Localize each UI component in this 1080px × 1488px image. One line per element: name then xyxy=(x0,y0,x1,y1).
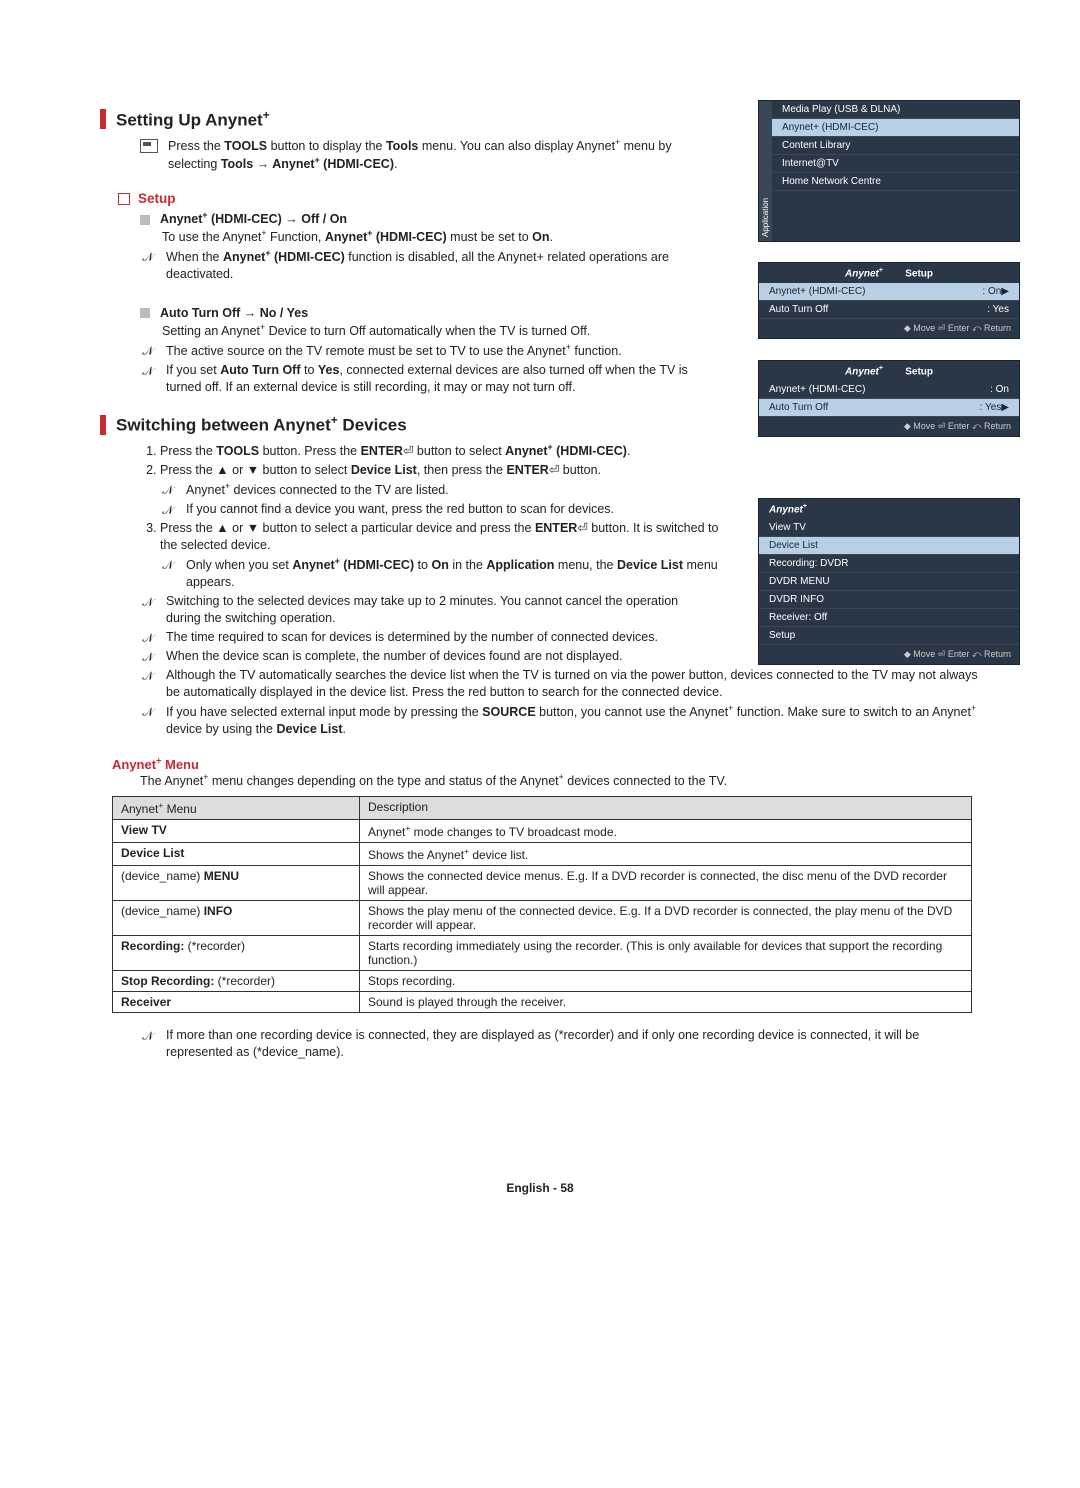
osd-row-selected: Auto Turn Off: Yes▶ xyxy=(759,399,1019,417)
osd-item: View TV xyxy=(759,519,1019,537)
tools-intro-text: Press the TOOLS button to display the To… xyxy=(168,137,705,173)
option-body: To use the Anynet+ Function, Anynet+ (HD… xyxy=(162,228,727,246)
table-row: Device ListShows the Anynet+ device list… xyxy=(113,842,972,865)
osd-footer-hints: ◆ Move ⏎ Enter ⤺ Return xyxy=(759,319,1019,338)
note-text: If you set Auto Turn Off to Yes, connect… xyxy=(166,362,705,396)
note-text: The active source on the TV remote must … xyxy=(166,342,622,360)
note-icon: 𝒩 xyxy=(140,630,156,646)
note-icon: 𝒩 xyxy=(160,482,176,498)
note-icon: 𝒩 xyxy=(160,557,176,573)
osd-device-list: Anynet+ View TV Device List Recording: D… xyxy=(758,498,1020,665)
osd-item: Recording: DVDR xyxy=(759,555,1019,573)
osd-row: Anynet+ (HDMI-CEC): On xyxy=(759,381,1019,399)
osd-item: DVDR MENU xyxy=(759,573,1019,591)
osd-item-selected: Device List xyxy=(759,537,1019,555)
note-icon: 𝒩 xyxy=(140,1028,156,1044)
note-icon: 𝒩 xyxy=(140,363,156,379)
menu-intro: The Anynet+ menu changes depending on th… xyxy=(140,772,980,790)
note-text: Anynet+ devices connected to the TV are … xyxy=(186,481,449,499)
osd-item: Home Network Centre xyxy=(772,173,1019,191)
osd-footer-hints: ◆ Move ⏎ Enter ⤺ Return xyxy=(759,645,1019,664)
osd-row-selected: Anynet+ (HDMI-CEC): On▶ xyxy=(759,283,1019,301)
osd-application-menu: Application Media Play (USB & DLNA) Anyn… xyxy=(758,100,1020,242)
table-header: Anynet+ Menu xyxy=(113,796,360,819)
table-row: (device_name) INFOShows the play menu of… xyxy=(113,900,972,935)
table-header: Description xyxy=(360,796,972,819)
osd-setup-1: Anynet+ Setup Anynet+ (HDMI-CEC): On▶ Au… xyxy=(758,262,1020,339)
osd-footer-hints: ◆ Move ⏎ Enter ⤺ Return xyxy=(759,417,1019,436)
note-icon: 𝒩 xyxy=(140,343,156,359)
osd-tab-label: Application xyxy=(759,101,772,241)
table-row: View TVAnynet+ mode changes to TV broadc… xyxy=(113,819,972,842)
table-row: Stop Recording: (*recorder)Stops recordi… xyxy=(113,970,972,991)
step-1: Press the TOOLS button. Press the ENTER⏎… xyxy=(160,442,980,460)
note-icon: 𝒩 xyxy=(140,704,156,720)
bullet-icon xyxy=(140,308,150,318)
osd-setup-2: Anynet+ Setup Anynet+ (HDMI-CEC): On Aut… xyxy=(758,360,1020,437)
note-text: Only when you set Anynet+ (HDMI-CEC) to … xyxy=(186,556,725,591)
note-text: If you cannot find a device you want, pr… xyxy=(186,501,614,518)
note-text: If you have selected external input mode… xyxy=(166,703,980,738)
note-text: If more than one recording device is con… xyxy=(166,1027,980,1061)
subheading-anynet-menu: Anynet+ Menu xyxy=(112,756,980,772)
note-icon: 𝒩 xyxy=(140,668,156,684)
osd-item: Setup xyxy=(759,627,1019,645)
osd-item: Content Library xyxy=(772,137,1019,155)
osd-item: DVDR INFO xyxy=(759,591,1019,609)
note-text: Although the TV automatically searches t… xyxy=(166,667,980,701)
osd-item-selected: Anynet+ (HDMI-CEC) xyxy=(772,119,1019,137)
anynet-menu-table: Anynet+ Menu Description View TVAnynet+ … xyxy=(112,796,972,1013)
table-row: (device_name) MENUShows the connected de… xyxy=(113,865,972,900)
table-header-row: Anynet+ Menu Description xyxy=(113,796,972,819)
note-text: The time required to scan for devices is… xyxy=(166,629,658,646)
table-row: Recording: (*recorder)Starts recording i… xyxy=(113,935,972,970)
note-icon: 𝒩 xyxy=(160,502,176,518)
note-text: Switching to the selected devices may ta… xyxy=(166,593,705,627)
osd-item: Receiver: Off xyxy=(759,609,1019,627)
page-footer: English - 58 xyxy=(100,1181,980,1195)
osd-item: Media Play (USB & DLNA) xyxy=(772,101,1019,119)
note-icon: 𝒩 xyxy=(140,594,156,610)
note-text: When the device scan is complete, the nu… xyxy=(166,648,623,665)
note-icon: 𝒩 xyxy=(140,249,156,265)
tools-button-icon xyxy=(140,139,158,153)
note-icon: 𝒩 xyxy=(140,649,156,665)
osd-row: Auto Turn Off: Yes xyxy=(759,301,1019,319)
bullet-icon xyxy=(140,215,150,225)
osd-item: Internet@TV xyxy=(772,155,1019,173)
option-body: Setting an Anynet+ Device to turn Off au… xyxy=(162,322,727,340)
table-row: ReceiverSound is played through the rece… xyxy=(113,991,972,1012)
note-text: When the Anynet+ (HDMI-CEC) function is … xyxy=(166,248,705,283)
